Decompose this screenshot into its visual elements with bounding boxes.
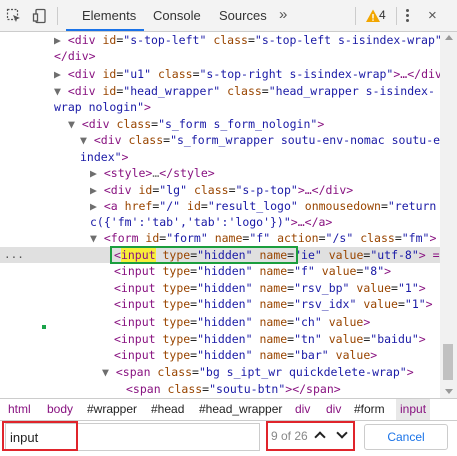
more-tabs-button[interactable]: »	[279, 0, 287, 31]
dom-node-continuation[interactable]: index">	[80, 149, 128, 165]
row-more-dots[interactable]: ...	[4, 247, 24, 263]
dom-node[interactable]: ▼ <div class="s_form_wrapper soutu-env-n…	[80, 132, 440, 148]
next-match-button[interactable]	[333, 426, 353, 446]
toolbar-divider	[57, 7, 58, 25]
annotation-red-box	[2, 421, 78, 451]
dom-tree[interactable]: ... ▶ <div id="s-top-left" class="s-top-…	[0, 32, 440, 398]
breadcrumb-div[interactable]: div	[295, 399, 310, 420]
find-bar: 9 of 26 Cancel	[0, 420, 457, 456]
tab-sources[interactable]: Sources	[219, 0, 267, 31]
expand-triangle-icon[interactable]: ▶	[90, 166, 97, 180]
warning-count[interactable]: 4	[379, 0, 386, 31]
dom-node[interactable]: ▶ <style>…</style>	[90, 165, 215, 181]
dom-node[interactable]: <input type="hidden" name="f" value="8">	[114, 263, 391, 279]
dom-node[interactable]: <input type="hidden" name="rsv_bp" value…	[114, 280, 426, 296]
dom-node[interactable]: ▼ <div id="head_wrapper" class="head_wra…	[54, 83, 435, 99]
breadcrumb-head[interactable]: #head	[151, 399, 184, 420]
breadcrumb-input[interactable]: input	[396, 399, 431, 420]
devtools-toolbar: Elements Console Sources » 4 ×	[0, 0, 457, 32]
previous-match-button[interactable]	[311, 426, 331, 446]
expand-triangle-icon[interactable]: ▶	[54, 33, 61, 47]
expand-triangle-icon[interactable]: ▶	[90, 183, 97, 197]
annotation-green-dot	[42, 325, 46, 329]
toolbar-divider	[355, 7, 356, 25]
expand-triangle-icon[interactable]: ▶	[90, 199, 97, 213]
expand-triangle-icon[interactable]: ▶	[54, 67, 61, 81]
scrollbar-thumb[interactable]	[443, 344, 453, 380]
dom-node[interactable]: ▼ <span class="bg s_ipt_wr quickdelete-w…	[102, 364, 414, 380]
breadcrumb: html body #wrapper #head #head_wrapper d…	[0, 398, 457, 420]
dom-node[interactable]: <input type="hidden" name="rsv_idx" valu…	[114, 296, 433, 312]
dom-node[interactable]: ▼ <form id="form" name="f" action="/s" c…	[90, 230, 436, 246]
dom-node[interactable]: <input type="hidden" name="bar" value>	[114, 347, 377, 363]
collapse-triangle-icon[interactable]: ▼	[102, 365, 109, 379]
device-toolbar-icon[interactable]	[28, 0, 52, 31]
dom-node[interactable]: ▶ <div id="lg" class="s-p-top">…</div>	[90, 182, 353, 198]
annotation-green-box	[110, 246, 298, 264]
breadcrumb-head-wrapper[interactable]: #head_wrapper	[199, 399, 282, 420]
breadcrumb-div[interactable]: div	[326, 399, 341, 420]
dom-node-continuation[interactable]: c({'fm':'tab','tab':'logo'})">…</a>	[90, 214, 332, 230]
breadcrumb-body[interactable]: body	[47, 399, 73, 420]
inspect-element-icon[interactable]	[2, 0, 26, 31]
more-menu-icon[interactable]	[406, 9, 410, 23]
breadcrumb-html[interactable]: html	[8, 399, 31, 420]
toolbar-divider	[396, 7, 397, 25]
dom-node[interactable]: ▶ <div id="u1" class="s-top-right s-isin…	[54, 66, 440, 82]
scroll-down-arrow-icon[interactable]	[445, 389, 453, 394]
dom-node-continuation[interactable]: wrap nologin">	[54, 99, 151, 115]
dom-node[interactable]: <input type="hidden" name="ch" value>	[114, 314, 370, 330]
collapse-triangle-icon[interactable]: ▼	[90, 231, 97, 245]
dom-node[interactable]: ▼ <div class="s_form s_form_nologin">	[68, 116, 324, 132]
tab-console[interactable]: Console	[153, 0, 201, 31]
dom-node[interactable]: ▶ <div id="s-top-left" class="s-top-left…	[54, 32, 440, 48]
dom-node[interactable]: ▶ <a href="/" id="result_logo" onmousedo…	[90, 198, 436, 214]
cancel-button[interactable]: Cancel	[364, 424, 448, 450]
collapse-triangle-icon[interactable]: ▼	[54, 84, 61, 98]
match-count: 9 of 26	[271, 429, 308, 443]
chevron-up-icon	[314, 431, 326, 443]
breadcrumb-wrapper[interactable]: #wrapper	[87, 399, 137, 420]
dom-node[interactable]: <span class="soutu-btn"></span>	[126, 381, 341, 397]
collapse-triangle-icon[interactable]: ▼	[68, 117, 75, 131]
close-icon[interactable]: ×	[428, 0, 437, 31]
scroll-up-arrow-icon[interactable]	[445, 35, 453, 40]
tab-elements[interactable]: Elements	[82, 0, 136, 31]
dom-node[interactable]: <input type="hidden" name="tn" value="ba…	[114, 331, 426, 347]
active-tab-indicator	[66, 29, 144, 31]
breadcrumb-form[interactable]: #form	[354, 399, 385, 420]
dom-tree-scrollbar[interactable]	[440, 32, 457, 398]
collapse-triangle-icon[interactable]: ▼	[80, 133, 87, 147]
dom-node-close[interactable]: </div>	[54, 48, 96, 64]
chevron-down-icon	[336, 427, 348, 439]
